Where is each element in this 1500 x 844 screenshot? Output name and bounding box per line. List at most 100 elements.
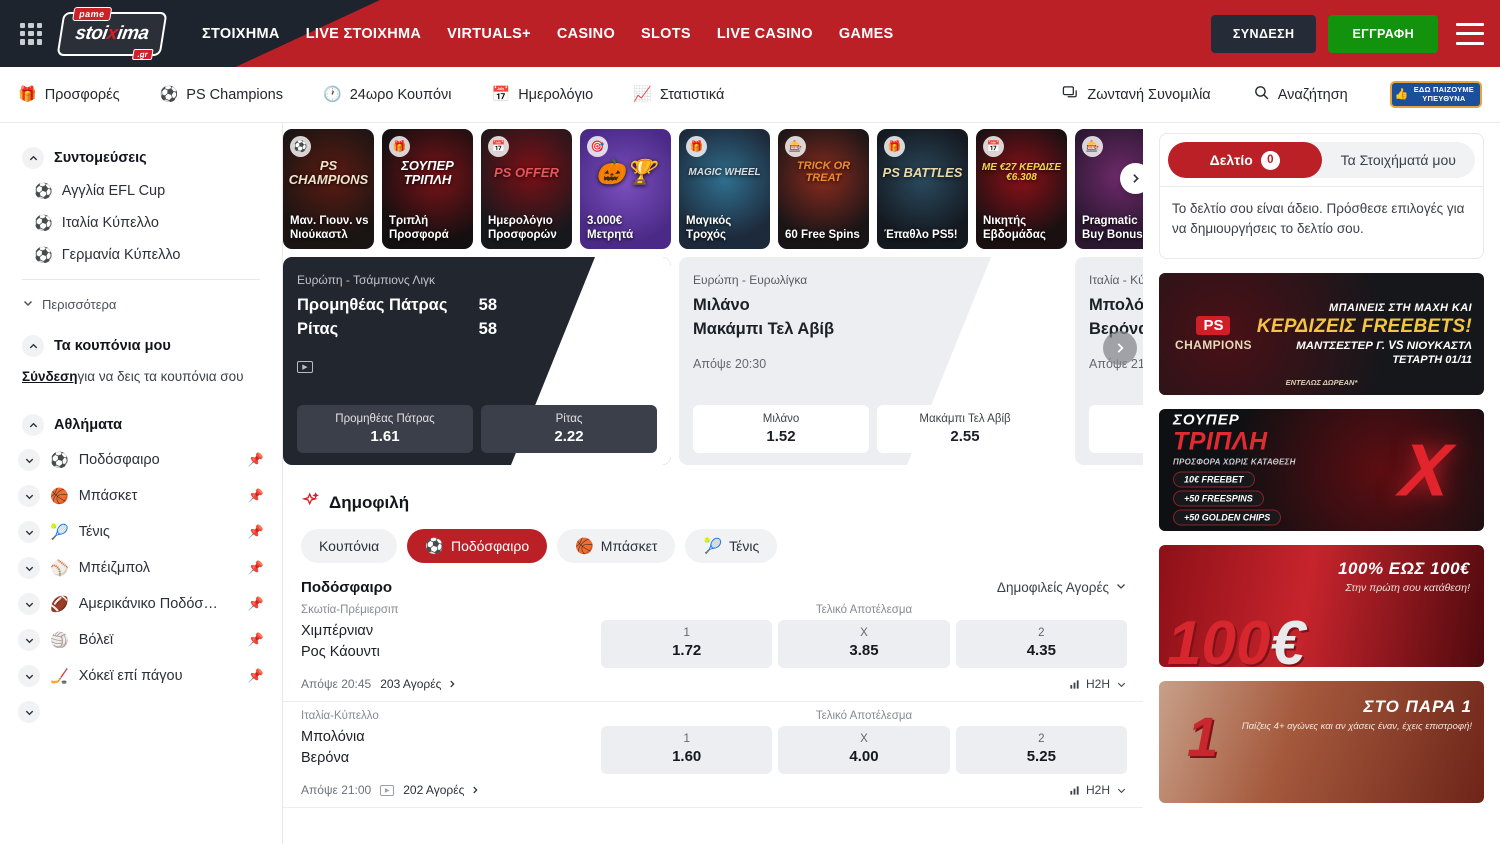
promo-tile[interactable]: 📅 ΜΕ €27 ΚΕΡΔΙΣΕ €6.308 Νικητής Εβδομάδα…	[976, 129, 1067, 249]
banner-sto-para-1[interactable]: 1 ΣΤΟ ΠΑΡΑ 1 Παίζεις 4+ αγώνες και αν χά…	[1159, 681, 1484, 803]
promo-carousel-next-button[interactable]	[1120, 163, 1143, 194]
sidebar-coupons-login-link[interactable]: Σύνδεση	[22, 369, 78, 384]
search-button[interactable]: Αναζήτηση	[1253, 84, 1348, 105]
chevron-down-icon[interactable]	[18, 485, 40, 507]
soccer-ball-icon: ⚽	[290, 136, 311, 157]
match-markets-link[interactable]: 202 Αγορές	[403, 783, 480, 797]
chevron-down-icon[interactable]	[18, 557, 40, 579]
featured-odd-button[interactable]: Μιλάνο 1.52	[693, 405, 869, 453]
apps-grid-icon[interactable]	[18, 21, 44, 47]
register-button[interactable]: ΕΓΓΡΑΦΗ	[1328, 15, 1438, 53]
secondary-item-offers[interactable]: 🎁 Προσφορές	[18, 87, 120, 103]
sidebar-item-efl-cup-label: Αγγλία EFL Cup	[62, 183, 165, 199]
tab-tennis[interactable]: 🎾 Τένις	[685, 529, 777, 563]
chevron-down-icon[interactable]	[18, 449, 40, 471]
pin-icon[interactable]: 📌	[248, 560, 264, 576]
banner-ps-champions[interactable]: PS CHAMPIONS ΜΠΑΙΝΕΙΣ ΣΤΗ ΜΑΧΗ ΚΑΙ ΚΕΡΔΙ…	[1159, 273, 1484, 395]
sidebar-sport-basketball[interactable]: 🏀 Μπάσκετ 📌	[0, 478, 282, 514]
nav-item-games[interactable]: GAMES	[839, 26, 894, 42]
sidebar-sport-partial[interactable]	[0, 694, 282, 730]
table-row[interactable]: Ιταλία-Κύπελλο Μπολόνια Βερόνα Τελικό Απ…	[283, 702, 1143, 808]
sidebar-section-shortcuts[interactable]: Συντομεύσεις	[0, 141, 282, 175]
secondary-item-24h-coupon[interactable]: 🕐 24ωρο Κουπόνι	[323, 87, 452, 103]
promo-tile[interactable]: 🎁 MAGIC WHEEL Μαγικός Τροχός	[679, 129, 770, 249]
login-button[interactable]: ΣΥΝΔΕΣΗ	[1211, 15, 1317, 53]
secondary-item-calendar[interactable]: 📅 Ημερολόγιο	[492, 87, 594, 103]
match-markets-link[interactable]: 203 Αγορές	[380, 677, 457, 691]
tab-my-bets[interactable]: Τα Στοιχήματά μου	[1322, 142, 1476, 178]
sidebar-coupons-login-note: Σύνδεσηγια να δεις τα κουπόνια σου	[0, 363, 282, 394]
featured-match-card[interactable]: Ευρώπη - Ευρωλίγκα Μιλάνο Μακάμπι Τελ Αβ…	[679, 257, 1067, 465]
sidebar-section-my-coupons[interactable]: Τα κουπόνια μου	[0, 329, 282, 363]
sidebar-sport-american-football[interactable]: 🏈 Αμερικάνικο Ποδόσ… 📌	[0, 586, 282, 622]
odd-button-2[interactable]: 2 5.25	[956, 726, 1127, 774]
nav-item-casino[interactable]: CASINO	[557, 26, 615, 42]
tab-coupons[interactable]: Κουπόνια	[301, 529, 397, 563]
tab-betslip[interactable]: Δελτίο 0	[1168, 142, 1322, 178]
chevron-down-icon[interactable]	[18, 629, 40, 651]
match-h2h-button[interactable]: H2H	[1069, 677, 1127, 691]
chevron-down-icon[interactable]	[18, 701, 40, 723]
odd-button-2[interactable]: 2 4.35	[956, 620, 1127, 668]
soccer-ball-icon: ⚽	[34, 184, 53, 199]
chevron-down-icon[interactable]	[18, 521, 40, 543]
promo-tile[interactable]: 🎁 ΣΟΥΠΕΡ ΤΡΙΠΛΗ Τριπλή Προσφορά	[382, 129, 473, 249]
odd-button-x[interactable]: X 4.00	[778, 726, 949, 774]
featured-match-card[interactable]: Ευρώπη - Τσάμπιονς Λιγκ Προμηθέας Πάτρας…	[283, 257, 671, 465]
sidebar-section-sports[interactable]: Αθλήματα	[0, 408, 282, 442]
site-logo[interactable]: pame stoiXima .gr	[58, 10, 166, 58]
sidebar-sport-football[interactable]: ⚽ Ποδόσφαιρο 📌	[0, 442, 282, 478]
tab-football[interactable]: ⚽ Ποδόσφαιρο	[407, 529, 547, 563]
promo-carousel: ⚽ PS CHAMPIONS Μαν. Γιουν. vs Νιούκαστλ …	[283, 123, 1143, 249]
banner-super-tripli[interactable]: X ΣΟΥΠΕΡ ΤΡΙΠΛΗ ΠΡΟΣΦΟΡΑ ΧΩΡΙΣ ΚΑΤΑΘΕΣΗ …	[1159, 409, 1484, 531]
tab-basketball[interactable]: 🏀 Μπάσκετ	[557, 529, 675, 563]
pin-icon[interactable]: 📌	[248, 596, 264, 612]
sidebar-sport-ice-hockey[interactable]: 🏒 Χόκεϊ επί πάγου 📌	[0, 658, 282, 694]
sidebar-more-button[interactable]: Περισσότερα	[0, 288, 282, 321]
promo-tile[interactable]: 📅 PS OFFER Ημερολόγιο Προσφορών	[481, 129, 572, 249]
table-row[interactable]: Σκωτία-Πρέμιερσιπ Χιμπέρνιαν Ρος Κάουντι…	[283, 596, 1143, 702]
featured-odd-button[interactable]: 1 1.6	[1089, 405, 1143, 453]
promo-tile-title: Ημερολόγιο Προσφορών	[488, 215, 567, 243]
responsible-gaming-badge[interactable]: 👍 ΕΔΩ ΠΑΙΖΟΥΜΕ ΥΠΕΥΘΥΝΑ	[1390, 81, 1482, 108]
odd-button-x[interactable]: X 3.85	[778, 620, 949, 668]
pin-icon[interactable]: 📌	[248, 524, 264, 540]
markets-selector[interactable]: Δημοφιλείς Αγορές	[997, 580, 1127, 595]
secondary-item-statistics[interactable]: 📈 Στατιστικά	[633, 87, 724, 103]
chevron-down-icon[interactable]	[18, 593, 40, 615]
secondary-item-ps-champions[interactable]: ⚽ PS Champions	[160, 87, 283, 103]
promo-tile[interactable]: 🎁 PS BATTLES Έπαθλο PS5!	[877, 129, 968, 249]
hamburger-menu-icon[interactable]	[1456, 23, 1484, 45]
odd-button-1[interactable]: 1 1.60	[601, 726, 772, 774]
sidebar-sport-tennis[interactable]: 🎾 Τένις 📌	[0, 514, 282, 550]
nav-item-virtuals[interactable]: VIRTUALS+	[447, 26, 531, 42]
featured-odd-button[interactable]: Ρίτας 2.22	[481, 405, 657, 453]
featured-carousel-next-button[interactable]	[1103, 331, 1137, 365]
pin-icon[interactable]: 📌	[248, 452, 264, 468]
nav-item-live-casino[interactable]: LIVE CASINO	[717, 26, 813, 42]
pin-icon[interactable]: 📌	[248, 488, 264, 504]
sidebar-sport-baseball[interactable]: ⚾ Μπέιζμπολ 📌	[0, 550, 282, 586]
odd-button-1[interactable]: 1 1.72	[601, 620, 772, 668]
featured-odd-button[interactable]: Προμηθέας Πάτρας 1.61	[297, 405, 473, 453]
featured-odd-button[interactable]: Μακάμπι Τελ Αβίβ 2.55	[877, 405, 1053, 453]
stream-icon[interactable]: ▶	[380, 785, 394, 796]
chevron-down-icon[interactable]	[18, 665, 40, 687]
nav-item-slots[interactable]: SLOTS	[641, 26, 691, 42]
promo-tile[interactable]: 🎯 🎃🏆 3.000€ Μετρητά	[580, 129, 671, 249]
promo-tile[interactable]: 🎰 TRICK OR TREAT 60 Free Spins	[778, 129, 869, 249]
match-h2h-label: H2H	[1086, 677, 1110, 691]
sidebar-item-efl-cup[interactable]: ⚽ Αγγλία EFL Cup	[0, 175, 282, 207]
promo-tile[interactable]: ⚽ PS CHAMPIONS Μαν. Γιουν. vs Νιούκαστλ	[283, 129, 374, 249]
pin-icon[interactable]: 📌	[248, 668, 264, 684]
pin-icon[interactable]: 📌	[248, 632, 264, 648]
live-chat-button[interactable]: Ζωντανή Συνομιλία	[1062, 84, 1210, 105]
sidebar-item-germany-cup[interactable]: ⚽ Γερμανία Κύπελλο	[0, 239, 282, 271]
nav-item-live-stoixima[interactable]: LIVE ΣΤΟΙΧΗΜΑ	[306, 26, 421, 42]
banner-first-deposit[interactable]: 100% ΕΩΣ 100€ Στην πρώτη σου κατάθεση! 1…	[1159, 545, 1484, 667]
stream-icon[interactable]: ▶	[297, 361, 313, 373]
sidebar-item-italy-cup[interactable]: ⚽ Ιταλία Κύπελλο	[0, 207, 282, 239]
match-h2h-button[interactable]: H2H	[1069, 783, 1127, 797]
nav-item-stoixima[interactable]: ΣΤΟΙΧΗΜΑ	[202, 26, 280, 42]
sidebar-sport-volleyball[interactable]: 🏐 Βόλεϊ 📌	[0, 622, 282, 658]
